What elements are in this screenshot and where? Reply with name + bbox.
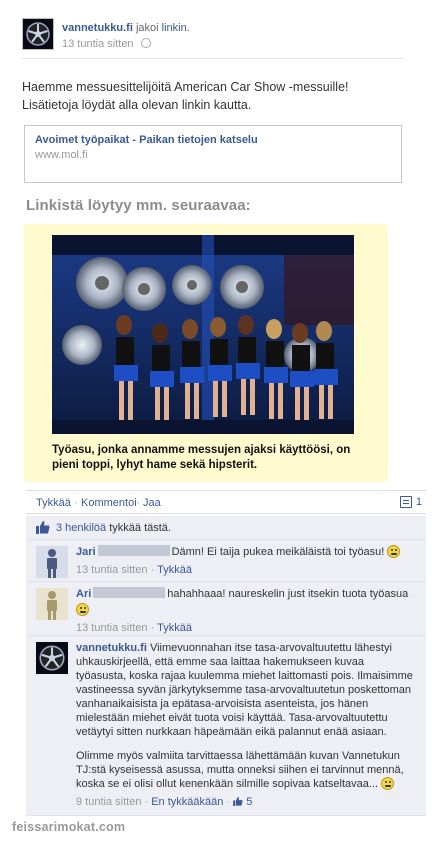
comment-author[interactable]: Ari: [76, 588, 91, 600]
link-preview[interactable]: Avoimet työpaikat - Paikan tietojen kats…: [24, 125, 402, 183]
default-male-avatar-icon: [36, 588, 68, 620]
post-header: vannetukku.fi jakoi linkin. 13 tuntia si…: [22, 18, 422, 58]
comment-avatar[interactable]: [36, 588, 68, 620]
default-male-avatar-icon: [36, 546, 68, 578]
smiley-icon: [387, 545, 401, 558]
section-heading: Linkistä löytyy mm. seuraavaa:: [26, 197, 251, 214]
action-separator-1: ·: [74, 497, 78, 509]
likes-text: 3 henkilöä tykkää tästä.: [56, 522, 171, 534]
post-timestamp[interactable]: 13 tuntia sitten: [62, 38, 134, 50]
comment-text-2: Olimme myös valmiita tarvittaessa lähett…: [76, 750, 404, 790]
comment-unlike-link[interactable]: En tykkääkään: [151, 796, 223, 808]
share-link[interactable]: Jaa: [143, 497, 161, 509]
page-avatar[interactable]: [22, 18, 54, 50]
shared-text: jakoi: [135, 22, 159, 34]
comment-like-count[interactable]: 5: [246, 796, 252, 808]
post-actions-bar: Tykkää · Kommentoi · Jaa 1: [26, 490, 426, 514]
post-message: Haemme messuesittelijöitä American Car S…: [22, 78, 412, 114]
comment-avatar[interactable]: [36, 642, 68, 674]
smiley-icon: [381, 777, 395, 790]
promo-photo-illustration: [52, 235, 354, 434]
thumbs-up-icon: [233, 797, 243, 806]
smiley-icon: [76, 603, 89, 616]
comment-item: Jari Dämn! Ei taija pukea meikäläistä toi…: [26, 540, 426, 582]
wheel-logo-icon: [36, 642, 68, 674]
comment-body: vannetukku.fi Viimevuonnahan itse tasa-a…: [76, 641, 414, 809]
comment-item: Ari hahahhaaa! naureskelin just itsekin t…: [26, 582, 426, 636]
comment-text: Dämn! Ei taija pukea meikäläistä toi työ…: [171, 546, 385, 558]
comment-meta: 9 tuntia sitten · En tykkääkään · 5: [76, 796, 253, 808]
link-preview-domain: www.mol.fi: [35, 149, 88, 161]
wheel-logo-icon: [23, 19, 53, 49]
redacted-surname: [97, 545, 170, 556]
header-divider: [22, 58, 404, 59]
action-separator-2: ·: [136, 497, 140, 509]
like-link[interactable]: Tykkää: [36, 497, 71, 509]
comment-time[interactable]: 13 tuntia sitten: [76, 622, 148, 634]
watermark: feissarimokat.com: [12, 820, 126, 834]
comment-link[interactable]: Kommentoi: [81, 497, 137, 509]
post-author[interactable]: vannetukku.fi: [62, 22, 133, 34]
comment-count[interactable]: 1: [416, 496, 422, 508]
post-message-line2: Lisätietoja löydät alla olevan linkin ka…: [22, 98, 252, 112]
thumbs-up-icon: [36, 521, 50, 534]
comment-meta: 13 tuntia sitten · Tykkää: [76, 564, 192, 576]
likes-rest: tykkää tästä.: [109, 522, 171, 534]
post-message-line1: Haemme messuesittelijöitä American Car S…: [22, 80, 349, 94]
comment-item: vannetukku.fi Viimevuonnahan itse tasa-a…: [26, 636, 426, 816]
comment-author[interactable]: Jari: [76, 546, 96, 558]
comment-text: hahahhaaa! naureskelin just itsekin tuot…: [167, 588, 409, 600]
shared-link[interactable]: linkin.: [162, 22, 190, 34]
likes-summary: 3 henkilöä tykkää tästä.: [26, 516, 426, 540]
link-preview-title[interactable]: Avoimet työpaikat - Paikan tietojen kats…: [35, 134, 391, 146]
redacted-surname: [93, 587, 166, 598]
comment-author[interactable]: vannetukku.fi: [76, 642, 147, 654]
comment-text: Viimevuonnahan itse tasa-arvovaltuutettu…: [76, 642, 413, 738]
comment-meta: 13 tuntia sitten · Tykkää: [76, 622, 192, 634]
photo-caption: Työasu, jonka annamme messujen ajaksi kä…: [52, 444, 351, 471]
likes-people-link[interactable]: 3 henkilöä: [56, 522, 106, 534]
comment-body: Jari Dämn! Ei taija pukea meikäläistä toi…: [76, 545, 416, 577]
comment-like-link[interactable]: Tykkää: [157, 622, 192, 634]
post-author-line: vannetukku.fi jakoi linkin.: [62, 22, 190, 34]
comment-time[interactable]: 13 tuntia sitten: [76, 564, 148, 576]
highlight-box: Työasu, jonka annamme messujen ajaksi kä…: [24, 224, 388, 482]
globe-icon: [140, 38, 151, 48]
comment-like-link[interactable]: Tykkää: [157, 564, 192, 576]
comment-icon[interactable]: [400, 496, 412, 508]
promo-photo: [52, 235, 354, 434]
comment-avatar[interactable]: [36, 546, 68, 578]
comment-body: Ari hahahhaaa! naureskelin just itsekin t…: [76, 587, 416, 635]
comment-time[interactable]: 9 tuntia sitten: [76, 796, 141, 808]
post-timestamp-line: 13 tuntia sitten: [62, 38, 151, 50]
